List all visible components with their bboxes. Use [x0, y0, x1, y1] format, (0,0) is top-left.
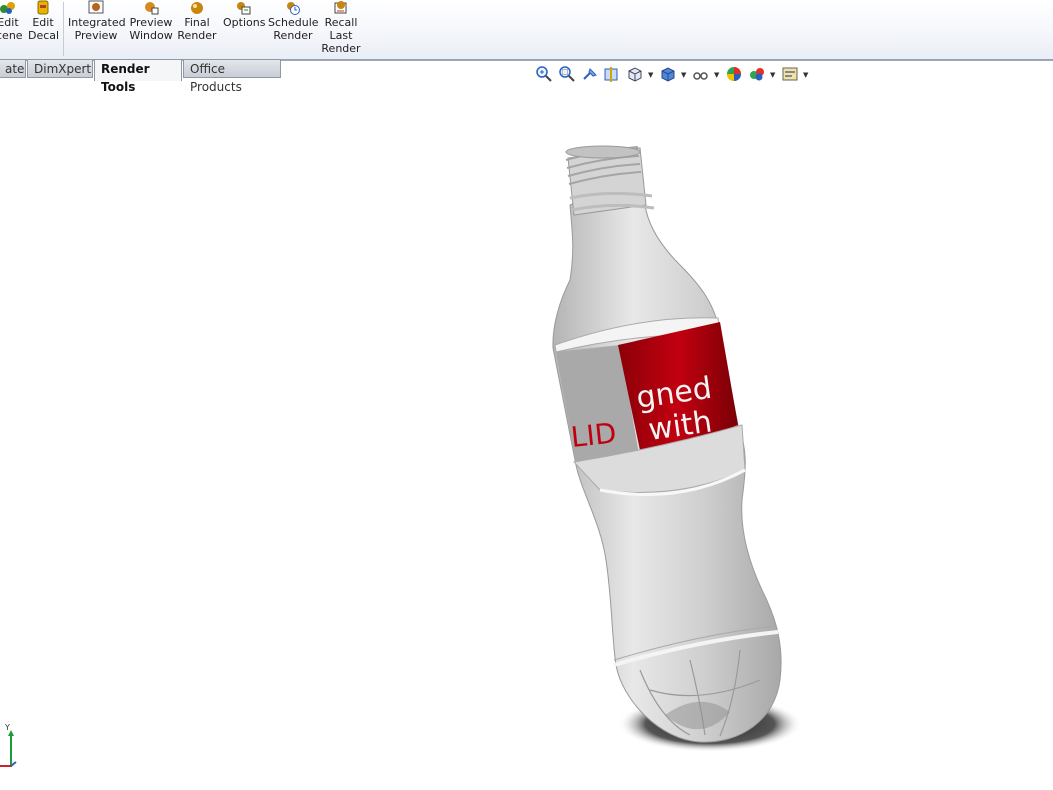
- chevron-down-icon[interactable]: ▼: [714, 71, 719, 79]
- zoom-to-fit-icon[interactable]: [535, 65, 553, 83]
- previous-view-icon[interactable]: [581, 65, 599, 83]
- schedule-render-button[interactable]: Schedule Render: [268, 0, 319, 42]
- edit-decal-button[interactable]: Edit Decal: [28, 0, 59, 42]
- chevron-down-icon[interactable]: ▼: [803, 71, 808, 79]
- options-icon: [237, 2, 251, 15]
- scene-icon: [0, 2, 15, 14]
- coordinate-triad: Y: [0, 723, 17, 767]
- preview-window-button[interactable]: Preview Window: [129, 0, 173, 42]
- display-style-icon[interactable]: [659, 65, 677, 83]
- hide-show-icon[interactable]: [692, 65, 710, 83]
- section-view-icon[interactable]: [603, 65, 621, 83]
- tab-evaluate[interactable]: ate: [0, 59, 26, 78]
- edit-scene-button[interactable]: Edit cene: [0, 0, 23, 42]
- edit-appearance-icon[interactable]: [725, 65, 743, 83]
- render-tools-ribbon: Edit cene Edit Decal Integrated Preview …: [0, 0, 1053, 61]
- preview-window-icon: [145, 2, 159, 15]
- decal-icon: [37, 0, 49, 15]
- command-manager-tabs: ate DimXpert Render Tools Office Product…: [0, 59, 1053, 94]
- recall-last-render-button[interactable]: Recall Last Render: [321, 0, 361, 55]
- integrated-preview-button[interactable]: Integrated Preview: [68, 0, 126, 42]
- graphics-area[interactable]: gned with LID Y: [0, 83, 1053, 787]
- recall-last-render-icon: [334, 1, 347, 14]
- integrated-preview-icon: [88, 0, 104, 14]
- chevron-down-icon[interactable]: ▼: [681, 71, 686, 79]
- final-render-icon: [191, 2, 203, 14]
- final-render-button[interactable]: Final Render: [177, 0, 217, 42]
- chevron-down-icon[interactable]: ▼: [648, 71, 653, 79]
- bottle-model[interactable]: gned with LID: [0, 83, 1053, 787]
- chevron-down-icon[interactable]: ▼: [770, 71, 775, 79]
- options-button[interactable]: Options: [223, 0, 265, 29]
- view-settings-icon[interactable]: [781, 65, 799, 83]
- schedule-render-icon: [287, 2, 300, 15]
- apply-scene-icon[interactable]: [748, 65, 766, 83]
- ribbon-separator: [63, 2, 64, 56]
- tab-dimxpert[interactable]: DimXpert: [27, 59, 93, 78]
- label-text-fragment: LID: [569, 416, 618, 454]
- bottle-mouth: [565, 145, 641, 159]
- tab-render-tools[interactable]: Render Tools: [94, 59, 182, 94]
- axis-y-label: Y: [4, 723, 10, 732]
- tab-office-products[interactable]: Office Products: [183, 59, 281, 94]
- heads-up-view-toolbar: ▼ ▼ ▼ ▼ ▼: [535, 65, 815, 83]
- zoom-area-icon[interactable]: [558, 65, 576, 83]
- view-orientation-icon[interactable]: [626, 65, 644, 83]
